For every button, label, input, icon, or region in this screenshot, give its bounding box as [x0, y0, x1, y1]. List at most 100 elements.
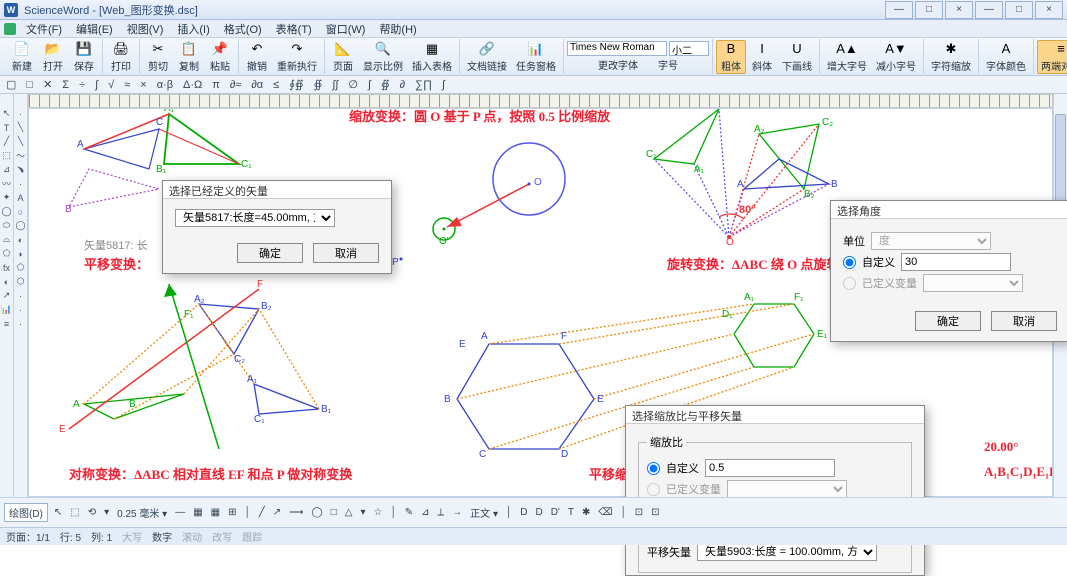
- tab-draw[interactable]: 绘图(D): [4, 503, 48, 522]
- symbol-button[interactable]: ∂: [398, 79, 407, 91]
- cancel-button[interactable]: 取消: [991, 311, 1057, 331]
- tool-button[interactable]: ○: [15, 206, 26, 217]
- toolbar-button[interactable]: A▼减小字号: [872, 40, 920, 74]
- menu-table[interactable]: 表格(T): [270, 21, 318, 37]
- symbol-button[interactable]: ∫: [440, 79, 447, 91]
- bottom-tool-button[interactable]: ✎: [403, 507, 415, 518]
- bottom-tool-button[interactable]: │: [388, 507, 398, 518]
- horizontal-ruler[interactable]: [28, 94, 1053, 108]
- cancel-button[interactable]: 取消: [313, 243, 379, 263]
- ok-button[interactable]: 确定: [915, 311, 981, 331]
- toolbar-button[interactable]: U下画线: [778, 40, 816, 74]
- toolbar-button[interactable]: ✱字符缩放: [927, 40, 975, 74]
- symbol-button[interactable]: ∯: [379, 78, 392, 91]
- tool-button[interactable]: ·: [15, 318, 26, 329]
- bottom-tool-button[interactable]: □: [329, 507, 339, 518]
- bottom-tool-button[interactable]: ⟶: [287, 507, 305, 518]
- scale-input[interactable]: [705, 459, 835, 477]
- dialog-scale-translate[interactable]: 选择缩放比与平移矢量 缩放比 自定义 已定义变量 平移 平移矢量 矢量5903:…: [625, 405, 925, 576]
- symbol-button[interactable]: ∫: [366, 79, 373, 91]
- bottom-tool-button[interactable]: ☆: [372, 507, 385, 518]
- symbol-button[interactable]: √: [106, 79, 116, 91]
- vector-select[interactable]: 矢量5817:长度=45.00mm, 方向=30.0: [175, 209, 335, 227]
- symbol-button[interactable]: ∫: [93, 79, 100, 91]
- tool-button[interactable]: ╱: [1, 136, 12, 147]
- toolbar-button[interactable]: 📊任务窗格: [512, 40, 560, 74]
- bottom-tool-button[interactable]: ⊡: [649, 507, 661, 518]
- bottom-tool-button[interactable]: │: [504, 507, 514, 518]
- toolbar-button[interactable]: 📐页面: [328, 40, 358, 74]
- ok-button[interactable]: 确定: [237, 243, 303, 263]
- bottom-tool-button[interactable]: ⬚: [68, 507, 81, 518]
- radio-custom[interactable]: [843, 256, 856, 269]
- bottom-tool-button[interactable]: ▾: [102, 507, 111, 518]
- bottom-tool-button[interactable]: ✱: [580, 507, 592, 518]
- symbol-button[interactable]: ∯: [312, 78, 325, 91]
- tool-button[interactable]: fx: [1, 262, 12, 273]
- toolbar-button[interactable]: ≡两端对齐: [1037, 40, 1067, 74]
- bottom-tool-button[interactable]: │: [243, 507, 253, 518]
- dialog-select-vector[interactable]: 选择已经定义的矢量 矢量5817:长度=45.00mm, 方向=30.0 确定 …: [162, 180, 392, 274]
- bottom-tool-button[interactable]: ▦: [209, 507, 222, 518]
- maximize-button[interactable]: □: [1005, 1, 1033, 19]
- bottom-tool-button[interactable]: ◯: [310, 507, 325, 518]
- minimize-button[interactable]: —: [975, 1, 1003, 19]
- font-name-select[interactable]: Times New Roman: [567, 41, 667, 56]
- bottom-tool-button[interactable]: →: [450, 507, 464, 518]
- toolbar-button[interactable]: ↷重新执行: [273, 40, 321, 74]
- tool-button[interactable]: ⬭: [1, 220, 12, 231]
- toolbar-button[interactable]: ↶撤销: [242, 40, 272, 74]
- bottom-tool-button[interactable]: D: [518, 507, 529, 518]
- tool-button[interactable]: ⌓: [1, 234, 12, 245]
- tool-button[interactable]: ◯: [1, 206, 12, 217]
- symbol-button[interactable]: □: [24, 79, 35, 91]
- menu-help[interactable]: 帮助(H): [373, 21, 422, 37]
- symbol-button[interactable]: ∅: [346, 78, 360, 91]
- tool-button[interactable]: ⬠: [1, 248, 12, 259]
- mdi-close-button[interactable]: ×: [945, 1, 973, 19]
- bottom-tool-button[interactable]: ⊿: [419, 507, 431, 518]
- tool-button[interactable]: ⊿: [1, 164, 12, 175]
- toolbar-button[interactable]: 💾保存: [69, 40, 99, 74]
- tool-button[interactable]: ╲: [15, 122, 26, 133]
- symbol-button[interactable]: ≤: [271, 79, 281, 91]
- bottom-tool-button[interactable]: ⊞: [226, 507, 238, 518]
- toolbar-button[interactable]: A字体颜色: [982, 40, 1030, 74]
- dialog-select-angle[interactable]: 选择角度 单位 度 自定义 已定义变量 确定 取消: [830, 200, 1067, 342]
- toolbar-button[interactable]: I斜体: [747, 40, 777, 74]
- symbol-button[interactable]: π: [210, 79, 222, 91]
- toolbar-button[interactable]: B粗体: [716, 40, 746, 74]
- bottom-tool-button[interactable]: ▾: [358, 507, 367, 518]
- bottom-tool-button[interactable]: ╱: [257, 507, 267, 518]
- toolbar-button[interactable]: A▲增大字号: [823, 40, 871, 74]
- bottom-tool-button[interactable]: —: [173, 507, 187, 518]
- tool-button[interactable]: T: [1, 122, 12, 133]
- symbol-button[interactable]: ∮∯: [287, 78, 305, 91]
- bottom-tool-button[interactable]: D: [533, 507, 544, 518]
- symbol-button[interactable]: Δ·Ω: [181, 79, 204, 91]
- bottom-tool-button[interactable]: 正文 ▾: [468, 505, 500, 520]
- symbol-button[interactable]: ∑∏: [413, 79, 434, 91]
- tool-button[interactable]: ↗: [1, 290, 12, 301]
- tool-button[interactable]: 〜: [15, 150, 26, 161]
- toolbar-button[interactable]: 📌粘贴: [205, 40, 235, 74]
- mdi-maximize-button[interactable]: □: [915, 1, 943, 19]
- symbol-button[interactable]: ∂α: [249, 79, 265, 91]
- tool-button[interactable]: 〰: [1, 178, 12, 189]
- tool-button[interactable]: ◐: [1, 276, 12, 287]
- toolbar-button[interactable]: 📋复制: [174, 40, 204, 74]
- bottom-tool-button[interactable]: ⌫: [596, 507, 614, 518]
- symbol-button[interactable]: ≈: [122, 79, 132, 91]
- tool-button[interactable]: ·: [15, 290, 26, 301]
- bottom-tool-button[interactable]: D': [549, 507, 562, 518]
- toolbar-button[interactable]: ✂剪切: [143, 40, 173, 74]
- menu-window[interactable]: 窗口(W): [320, 21, 372, 37]
- bottom-tool-button[interactable]: △: [343, 507, 355, 518]
- trans-vector-select[interactable]: 矢量5903:长度 = 100.00mm, 方向: [697, 543, 877, 561]
- tool-button[interactable]: ⬠: [15, 262, 26, 273]
- menu-insert[interactable]: 插入(I): [171, 21, 215, 37]
- bottom-tool-button[interactable]: ↗: [271, 507, 283, 518]
- toolbar-button[interactable]: 🖨打印: [106, 40, 136, 74]
- symbol-button[interactable]: α·β: [155, 79, 175, 91]
- tool-button[interactable]: A: [15, 192, 26, 203]
